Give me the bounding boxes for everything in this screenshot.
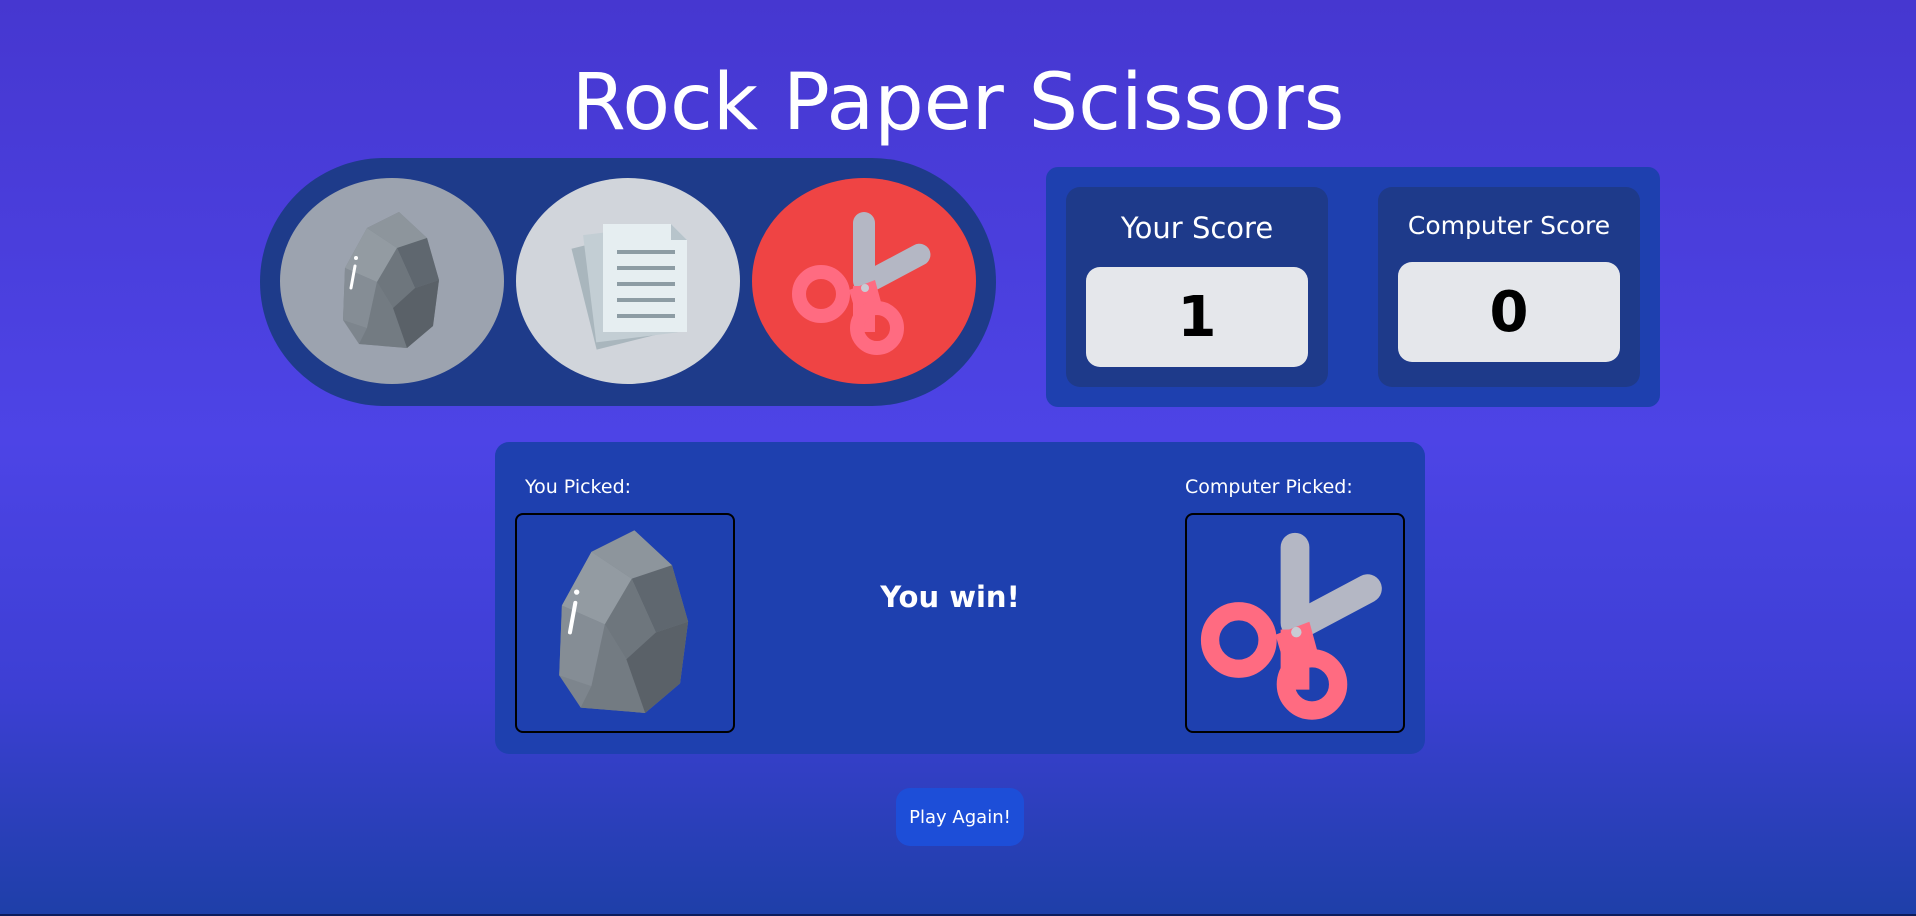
scissors-button[interactable] — [752, 178, 976, 384]
computer-pick-box — [1185, 513, 1405, 733]
scissors-icon — [792, 212, 931, 355]
rock-button[interactable] — [280, 178, 504, 384]
score-panel: Your Score 1 Computer Score 0 — [1046, 167, 1660, 407]
computer-score-label: Computer Score — [1407, 211, 1611, 240]
computer-score-value: 0 — [1398, 262, 1620, 362]
paper-icon — [571, 224, 687, 350]
player-pick-box — [515, 513, 735, 733]
rock-icon — [343, 212, 439, 348]
scissors-icon — [1200, 532, 1382, 720]
player-score-value: 1 — [1086, 267, 1308, 367]
you-picked-label: You Picked: — [525, 476, 632, 498]
player-score-card: Your Score 1 — [1066, 187, 1328, 387]
rock-icon — [559, 530, 689, 713]
page-title: Rock Paper Scissors — [571, 58, 1345, 148]
result-message: You win! — [880, 580, 1020, 614]
result-panel: You Picked: You win! Computer Picked: — [495, 442, 1425, 754]
computer-score-card: Computer Score 0 — [1378, 187, 1640, 387]
paper-button[interactable] — [516, 178, 740, 384]
player-score-label: Your Score — [1120, 211, 1274, 245]
choice-bar — [260, 158, 996, 406]
computer-picked-label: Computer Picked: — [1185, 476, 1353, 498]
play-again-button[interactable]: Play Again! — [896, 788, 1024, 846]
